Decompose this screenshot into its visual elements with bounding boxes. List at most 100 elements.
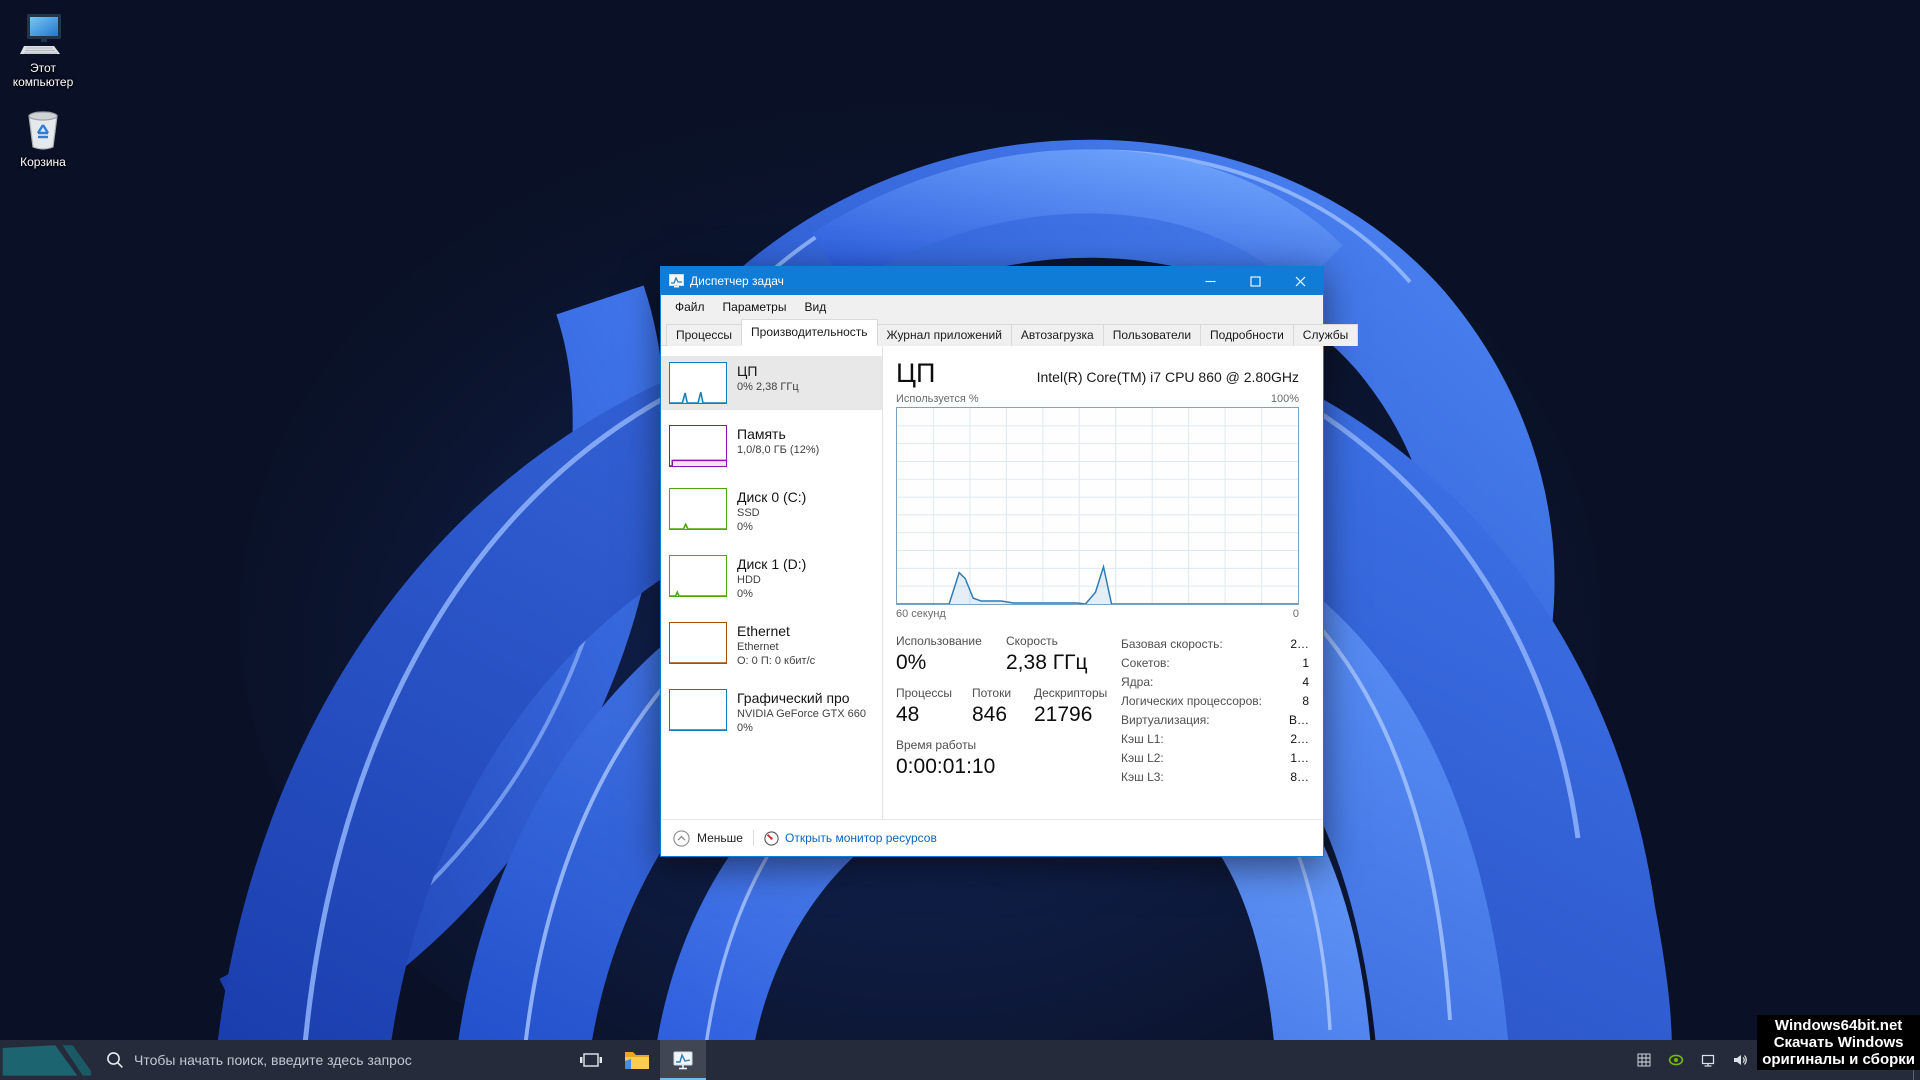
menu-file[interactable]: Файл: [666, 295, 714, 319]
spec-value: 8: [1302, 694, 1309, 708]
spec-label: Логических процессоров:: [1121, 694, 1262, 708]
spec-row: Кэш L2: 1…: [1121, 749, 1309, 768]
hidden-icons-button[interactable]: [1632, 1040, 1656, 1080]
perf-item-text: ЦП 0% 2,38 ГГц: [737, 362, 799, 404]
minimize-button[interactable]: [1188, 267, 1233, 295]
cpu-stats-right: Базовая скорость: 2… Сокетов: 1 Ядра: 4 Логиче…: [1121, 633, 1309, 789]
stat-value: 0:00:01:10: [896, 755, 996, 778]
search-placeholder: Чтобы начать поиск, введите здесь запрос: [134, 1052, 412, 1068]
hidden-icons-grid-icon: [1637, 1053, 1651, 1067]
start-button[interactable]: [0, 1040, 92, 1080]
stats-row: Время работы 0:00:01:10: [896, 737, 1121, 780]
close-button[interactable]: [1278, 267, 1323, 295]
task-manager-window: Диспетчер задач Файл Параметры Вид Процесс…: [660, 266, 1359, 857]
watermark-line: Скачать Windows: [1773, 1034, 1904, 1051]
perf-sidebar-item-disk1[interactable]: Диск 1 (D:) HDD 0%: [661, 549, 882, 607]
watermark-line: оригиналы и сборки: [1762, 1051, 1915, 1068]
spec-label: Базовая скорость:: [1121, 637, 1223, 651]
taskbar: Чтобы начать поиск, введите здесь запрос: [0, 1040, 1920, 1080]
perf-sidebar-item-ethernet[interactable]: Ethernet Ethernet О: 0 П: 0 кбит/с: [661, 616, 882, 674]
perf-sidebar-item-cpu[interactable]: ЦП 0% 2,38 ГГц: [661, 356, 882, 410]
stat-label: Скорость: [1006, 634, 1058, 648]
stat-label: Процессы: [896, 686, 953, 700]
desktop-icon-recycle-bin[interactable]: Корзина: [0, 106, 86, 169]
spec-label: Ядра:: [1121, 675, 1154, 689]
spec-label: Кэш L1:: [1121, 732, 1164, 746]
mini-graph-ethernet: [669, 622, 727, 664]
spec-label: Кэш L3:: [1121, 770, 1164, 784]
maximize-button[interactable]: [1233, 267, 1278, 295]
stat-cell: Дескрипторы 21796: [1034, 685, 1107, 728]
close-icon: [1295, 276, 1306, 286]
stats-row: Процессы 48 Потоки 846 Дескрипторы 21796: [896, 685, 1121, 728]
tab-details[interactable]: Подробности: [1200, 324, 1294, 346]
perf-item-title: ЦП: [737, 363, 758, 379]
mini-graph-memory: [669, 425, 727, 467]
perf-item-subtext: Ethernet: [737, 641, 779, 653]
perf-item-text: Диск 1 (D:) HDD 0%: [737, 555, 806, 601]
graph-y-max: 100%: [1270, 393, 1299, 405]
watermark-line: Windows64bit.net: [1774, 1017, 1903, 1034]
stat-label: Время работы: [896, 738, 977, 752]
spec-value: В…: [1288, 713, 1309, 727]
menu-options[interactable]: Параметры: [714, 295, 796, 319]
mini-graph-disk1: [669, 555, 727, 597]
maximize-icon: [1250, 275, 1261, 287]
fewer-details-button[interactable]: Меньше: [673, 829, 743, 847]
stat-label: Использование: [896, 634, 982, 648]
perf-sidebar-item-disk0[interactable]: Диск 0 (C:) SSD 0%: [661, 482, 882, 540]
desktop-icon-label: Этот компьютер: [12, 61, 74, 89]
task-manager-icon: [673, 1051, 693, 1070]
tab-startup[interactable]: Автозагрузка: [1010, 324, 1104, 346]
app-icon: [669, 274, 684, 288]
perf-item-subtext: 0%: [737, 722, 753, 734]
tab-processes[interactable]: Процессы: [666, 324, 743, 346]
spec-row: Базовая скорость: 2…: [1121, 635, 1309, 654]
performance-content: ЦП 0% 2,38 ГГц Память 1,0/8,0 ГБ (12%) Диск …: [661, 346, 1323, 819]
mini-graph-cpu: [669, 362, 727, 404]
perf-sidebar: ЦП 0% 2,38 ГГц Память 1,0/8,0 ГБ (12%) Диск …: [661, 346, 883, 819]
watermark: Windows64bit.net Скачать Windows оригиналы…: [1757, 1015, 1920, 1070]
tab-services[interactable]: Службы: [1292, 324, 1359, 346]
stat-value: 2,38 ГГц: [1006, 651, 1088, 674]
tab-performance[interactable]: Производительность: [741, 319, 878, 346]
desktop-icon-this-pc[interactable]: Этот компьютер: [0, 12, 86, 89]
perf-item-subtext: 0%: [737, 588, 753, 600]
spec-row: Ядра: 4: [1121, 673, 1309, 692]
stat-value: 846: [972, 703, 1008, 726]
stat-label: Потоки: [972, 686, 1012, 700]
tab-strip: Процессы Производительность Журнал приложе…: [661, 319, 1359, 346]
spec-row: Кэш L3: 8…: [1121, 768, 1309, 787]
tab-users[interactable]: Пользователи: [1102, 324, 1202, 346]
tab-app-history[interactable]: Журнал приложений: [876, 324, 1012, 346]
perf-item-title: Память: [737, 426, 786, 442]
taskbar-search[interactable]: Чтобы начать поиск, введите здесь запрос: [106, 1051, 456, 1069]
task-view-button[interactable]: [568, 1040, 614, 1080]
graph-y-label: Используется %: [896, 393, 979, 405]
spec-label: Виртуализация:: [1121, 713, 1210, 727]
network-icon: [1701, 1054, 1715, 1067]
nvidia-tray-button[interactable]: [1664, 1040, 1688, 1080]
perf-item-text: Графический про NVIDIA GeForce GTX 660 0%: [737, 689, 866, 735]
mini-graph-disk0: [669, 488, 727, 530]
stat-cell: Время работы 0:00:01:10: [896, 737, 995, 780]
perf-sidebar-item-gpu[interactable]: Графический про NVIDIA GeForce GTX 660 0%: [661, 683, 882, 741]
window-titlebar[interactable]: Диспетчер задач: [661, 267, 1323, 295]
file-explorer-button[interactable]: [614, 1040, 660, 1080]
stat-cell: Процессы 48: [896, 685, 972, 728]
volume-tray-button[interactable]: [1728, 1040, 1752, 1080]
chevron-up-circle-icon: [673, 829, 690, 847]
cpu-stats-left: Использование 0% Скорость 2,38 ГГц Процессы 4…: [896, 633, 1121, 789]
task-manager-taskbar-button[interactable]: [660, 1040, 706, 1080]
footer-divider: [752, 830, 754, 846]
menu-view[interactable]: Вид: [795, 295, 835, 319]
task-view-icon: [580, 1053, 602, 1067]
cpu-usage-graph[interactable]: [896, 407, 1299, 605]
graph-x-left: 60 секунд: [896, 608, 946, 620]
network-tray-button[interactable]: [1696, 1040, 1720, 1080]
this-pc-icon: [20, 14, 61, 54]
perf-sidebar-item-memory[interactable]: Память 1,0/8,0 ГБ (12%): [661, 419, 882, 473]
perf-item-text: Память 1,0/8,0 ГБ (12%): [737, 425, 819, 467]
open-resource-monitor-link[interactable]: Открыть монитор ресурсов: [764, 830, 937, 846]
perf-item-title: Диск 0 (C:): [737, 489, 807, 505]
